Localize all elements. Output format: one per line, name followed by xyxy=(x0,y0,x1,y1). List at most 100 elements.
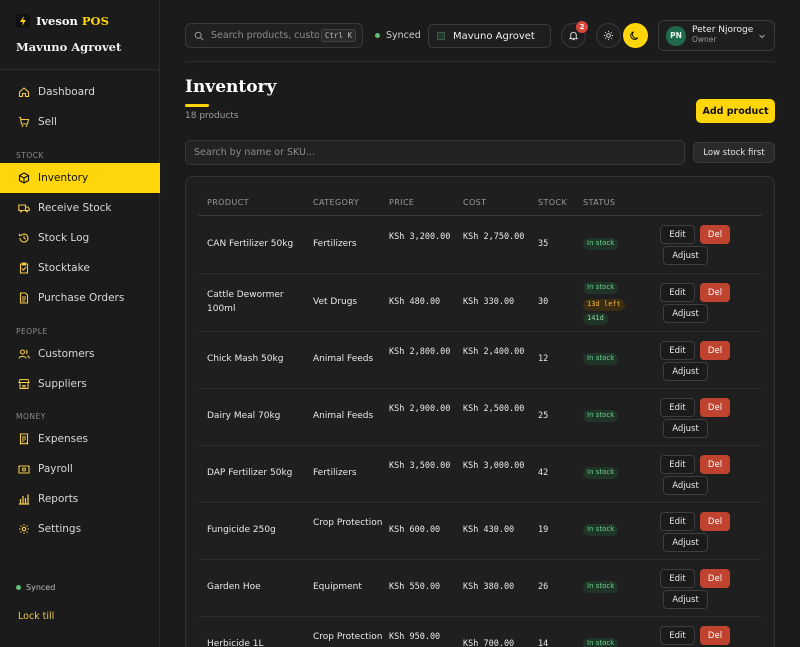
product-cost: KSh 2,400.00 xyxy=(463,347,525,357)
status-dot xyxy=(16,585,21,590)
sidebar-item-label: Dashboard xyxy=(38,86,95,98)
status-badge: In stock xyxy=(583,467,619,479)
delete-button[interactable]: Del xyxy=(700,512,730,531)
product-price: KSh 480.00 xyxy=(389,297,441,307)
expiry-badge: 13d left xyxy=(583,299,625,311)
edit-button[interactable]: Edit xyxy=(660,626,695,645)
column-header-product[interactable]: PRODUCT xyxy=(207,198,249,207)
clipboard-check-icon xyxy=(19,262,29,274)
gear-icon xyxy=(19,524,29,534)
edit-button[interactable]: Edit xyxy=(660,512,695,531)
edit-button[interactable]: Edit xyxy=(660,569,695,588)
wallet-icon xyxy=(18,465,30,474)
sync-status-label: Synced xyxy=(26,583,56,592)
divider xyxy=(0,69,160,70)
table-row[interactable]: Fungicide 250g Crop Protection KSh 600.0… xyxy=(198,503,762,560)
receipt-icon xyxy=(19,433,29,445)
delete-button[interactable]: Del xyxy=(700,283,730,302)
product-name: Fungicide 250g xyxy=(207,525,276,535)
dark-mode-button[interactable] xyxy=(623,23,648,48)
column-header-price[interactable]: PRICE xyxy=(389,198,414,207)
lock-till-button[interactable]: Lock till xyxy=(18,611,54,622)
edit-button[interactable]: Edit xyxy=(660,398,695,417)
adjust-button[interactable]: Adjust xyxy=(663,246,708,265)
table-row[interactable]: CAN Fertilizer 50kg Fertilizers KSh 3,20… xyxy=(198,217,762,274)
edit-button[interactable]: Edit xyxy=(660,455,695,474)
column-header-category[interactable]: CATEGORY xyxy=(313,198,359,207)
status-badge: In stock xyxy=(583,524,619,536)
delete-button[interactable]: Del xyxy=(700,398,730,417)
product-cost: KSh 330.00 xyxy=(463,297,515,307)
inventory-search-input[interactable] xyxy=(185,140,685,165)
sidebar-item-label: Receive Stock xyxy=(38,202,112,214)
sidebar: Iveson POS Mavuno Agrovet Dashboard Sell… xyxy=(0,0,160,647)
sidebar-item-label: Purchase Orders xyxy=(38,292,125,304)
sidebar-item-reports[interactable]: Reports xyxy=(0,484,160,514)
column-header-cost[interactable]: COST xyxy=(463,198,486,207)
delete-button[interactable]: Del xyxy=(700,341,730,360)
store-icon xyxy=(437,32,445,40)
delete-button[interactable]: Del xyxy=(700,455,730,474)
product-cost: KSh 2,750.00 xyxy=(463,232,525,242)
adjust-button[interactable]: Adjust xyxy=(663,362,708,381)
table-row[interactable]: DAP Fertilizer 50kg Fertilizers KSh 3,50… xyxy=(198,446,762,503)
product-category: Equipment xyxy=(313,582,362,592)
table-row[interactable]: Garden Hoe Equipment KSh 550.00 KSh 380.… xyxy=(198,560,762,617)
product-category: Crop Protection xyxy=(313,632,383,642)
section-label-money: MONEY xyxy=(16,412,46,421)
user-menu[interactable]: PN Peter Njoroge Owner xyxy=(658,20,775,51)
table-row[interactable]: Chick Mash 50kg Animal Feeds KSh 2,800.0… xyxy=(198,332,762,389)
global-search[interactable]: Ctrl K xyxy=(185,23,363,48)
sidebar-item-inventory[interactable]: Inventory xyxy=(0,163,160,193)
column-header-stock[interactable]: STOCK xyxy=(538,198,567,207)
document-icon xyxy=(19,292,29,304)
sidebar-item-expenses[interactable]: Expenses xyxy=(0,424,160,454)
sidebar-item-settings[interactable]: Settings xyxy=(0,514,160,544)
sidebar-item-stocktake[interactable]: Stocktake xyxy=(0,253,160,283)
store-selector[interactable]: Mavuno Agrovet xyxy=(428,24,551,48)
stock-count: 42 xyxy=(538,468,549,478)
table-row[interactable]: Cattle Dewormer 100ml Vet Drugs KSh 480.… xyxy=(198,274,762,332)
truck-icon xyxy=(18,204,30,213)
sync-label: Synced xyxy=(386,30,421,41)
stock-count: 19 xyxy=(538,525,549,535)
edit-button[interactable]: Edit xyxy=(660,225,695,244)
delete-button[interactable]: Del xyxy=(700,626,730,645)
edit-button[interactable]: Edit xyxy=(660,341,695,360)
delete-button[interactable]: Del xyxy=(700,225,730,244)
store-icon xyxy=(18,378,30,390)
sidebar-item-payroll[interactable]: Payroll xyxy=(0,454,160,484)
table-row[interactable]: Herbicide 1L Crop Protection KSh 950.00 … xyxy=(198,617,762,647)
users-icon xyxy=(18,349,30,359)
sidebar-item-dashboard[interactable]: Dashboard xyxy=(0,77,160,107)
sidebar-item-receive-stock[interactable]: Receive Stock xyxy=(0,193,160,223)
table-row[interactable]: Dairy Meal 70kg Animal Feeds KSh 2,900.0… xyxy=(198,389,762,446)
status-badge: In stock xyxy=(583,282,619,294)
status-dot xyxy=(375,33,380,38)
edit-button[interactable]: Edit xyxy=(660,283,695,302)
delete-button[interactable]: Del xyxy=(700,569,730,588)
product-category: Vet Drugs xyxy=(313,297,358,307)
adjust-button[interactable]: Adjust xyxy=(663,304,708,323)
add-product-button[interactable]: Add product xyxy=(696,99,775,123)
stock-count: 35 xyxy=(538,239,549,249)
adjust-button[interactable]: Adjust xyxy=(663,419,708,438)
sidebar-item-suppliers[interactable]: Suppliers xyxy=(0,369,160,399)
product-price: KSh 3,200.00 xyxy=(389,232,451,242)
sidebar-item-purchase-orders[interactable]: Purchase Orders xyxy=(0,283,160,313)
sidebar-item-sell[interactable]: Sell xyxy=(0,107,160,137)
adjust-button[interactable]: Adjust xyxy=(663,533,708,552)
adjust-button[interactable]: Adjust xyxy=(663,590,708,609)
sidebar-item-customers[interactable]: Customers xyxy=(0,339,160,369)
product-price: KSh 600.00 xyxy=(389,525,441,535)
divider xyxy=(185,61,775,62)
product-category: Fertilizers xyxy=(313,468,357,478)
column-header-status[interactable]: STATUS xyxy=(583,198,615,207)
light-mode-button[interactable] xyxy=(596,23,621,48)
adjust-button[interactable]: Adjust xyxy=(663,476,708,495)
global-search-input[interactable] xyxy=(211,30,319,41)
sidebar-item-label: Reports xyxy=(38,493,79,505)
low-stock-first-button[interactable]: Low stock first xyxy=(693,142,775,163)
product-name: Herbicide 1L xyxy=(207,639,264,647)
sidebar-item-stock-log[interactable]: Stock Log xyxy=(0,223,160,253)
